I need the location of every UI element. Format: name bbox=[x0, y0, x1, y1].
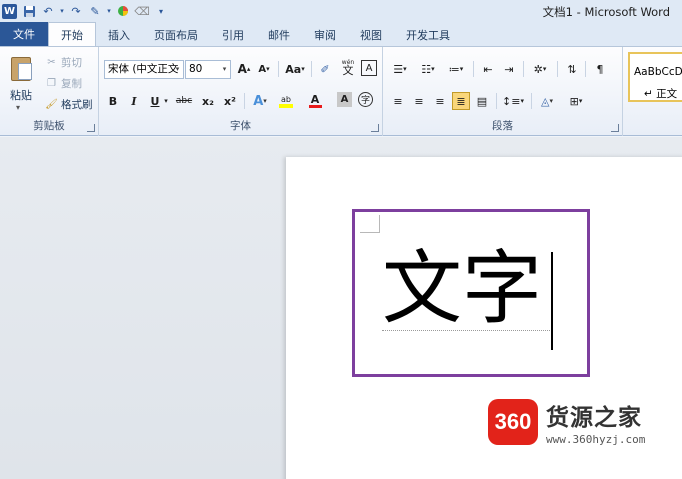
style-name-label: ↵ 正文 bbox=[644, 88, 678, 100]
dropdown-arrow-icon[interactable]: ▾ bbox=[172, 61, 183, 78]
superscript-button[interactable]: x² bbox=[221, 92, 239, 110]
bullets-button[interactable]: ☰ ▾ bbox=[389, 60, 411, 78]
highlight-button[interactable]: ab bbox=[275, 92, 297, 110]
dialog-launcher-icon[interactable] bbox=[611, 124, 619, 132]
clear-formatting-button[interactable]: ✐ bbox=[316, 60, 334, 78]
format-painter-icon[interactable]: ✎ bbox=[87, 3, 103, 19]
sort-button[interactable]: ⇅ bbox=[563, 60, 581, 78]
copy-button[interactable]: ❐ 复制 bbox=[45, 74, 82, 92]
strikethrough-button[interactable]: abc bbox=[173, 92, 195, 110]
italic-button[interactable]: I bbox=[125, 92, 143, 110]
text-effects-button[interactable]: A ▾ bbox=[249, 92, 271, 110]
shading-button[interactable]: ◬ ▾ bbox=[536, 92, 558, 110]
window-title: 文档1 - Microsoft Word bbox=[542, 5, 670, 19]
bold-button[interactable]: B bbox=[104, 92, 122, 110]
align-left-button[interactable]: ≡ bbox=[389, 92, 407, 110]
show-marks-button[interactable]: ¶ bbox=[591, 60, 609, 78]
tab-view[interactable]: 视图 bbox=[348, 24, 394, 46]
subscript-button[interactable]: x₂ bbox=[199, 92, 217, 110]
align-center-button[interactable]: ≡ bbox=[410, 92, 428, 110]
grow-font-button[interactable]: A ▴ bbox=[235, 60, 253, 78]
style-normal[interactable]: AaBbCcDc ↵ 正文 bbox=[628, 52, 682, 102]
distributed-button[interactable]: ▤ bbox=[473, 92, 491, 110]
paste-dropdown-icon[interactable]: ▾ bbox=[16, 103, 20, 112]
customize-icon[interactable]: ▾ bbox=[153, 3, 169, 19]
brush-icon: 🖌 bbox=[45, 98, 58, 110]
dropdown-arrow-icon[interactable]: ▾ bbox=[106, 3, 112, 19]
watermark-name: 货源之家 bbox=[546, 405, 642, 431]
clipboard-group: 粘贴 ▾ ✂ 剪切 ❐ 复制 🖌 格式刷 剪贴板 bbox=[0, 47, 99, 136]
character-shading-button[interactable]: A bbox=[337, 92, 352, 107]
tab-page-layout[interactable]: 页面布局 bbox=[142, 24, 210, 46]
paragraph-group-label: 段落 bbox=[492, 120, 513, 132]
align-right-button[interactable]: ≡ bbox=[431, 92, 449, 110]
format-painter-button[interactable]: 🖌 格式刷 bbox=[45, 95, 92, 113]
undo-icon[interactable]: ↶ bbox=[40, 3, 56, 19]
title-bar: W ↶ ▾ ↷ ✎ ▾ ⌫ ▾ 文档1 - Microsoft Word bbox=[0, 0, 682, 22]
multilevel-list-button[interactable]: ≔ ▾ bbox=[445, 60, 467, 78]
save-icon[interactable] bbox=[21, 3, 37, 19]
dropdown-arrow-icon[interactable]: ▾ bbox=[219, 61, 230, 78]
watermark-url: www.360hyzj.com bbox=[546, 433, 646, 446]
character-border-button[interactable]: A bbox=[361, 60, 377, 76]
dropdown-arrow-icon[interactable]: ▾ bbox=[59, 3, 65, 19]
dialog-launcher-icon[interactable] bbox=[87, 124, 95, 132]
font-group-label: 字体 bbox=[230, 120, 251, 132]
phonetic-guide-button[interactable]: wén 文 bbox=[339, 58, 357, 76]
line-spacing-button[interactable]: ↕≡ ▾ bbox=[501, 92, 525, 110]
highlight-box bbox=[352, 209, 590, 377]
quick-access-toolbar: W ↶ ▾ ↷ ✎ ▾ ⌫ ▾ bbox=[0, 0, 172, 22]
font-size-combo[interactable]: 80 ▾ bbox=[185, 60, 231, 79]
font-name-combo[interactable]: 宋体 (中文正文 ▾ bbox=[104, 60, 184, 79]
color-icon[interactable] bbox=[115, 3, 131, 19]
cut-button[interactable]: ✂ 剪切 bbox=[45, 53, 82, 71]
borders-button[interactable]: ⊞ ▾ bbox=[565, 92, 587, 110]
tab-review[interactable]: 审阅 bbox=[302, 24, 348, 46]
change-case-button[interactable]: Aa ▾ bbox=[283, 60, 307, 78]
ribbon-tabs: 文件 开始 插入 页面布局 引用 邮件 审阅 视图 开发工具 bbox=[0, 22, 682, 46]
clear-icon[interactable]: ⌫ bbox=[134, 3, 150, 19]
tab-file[interactable]: 文件 bbox=[0, 22, 48, 46]
numbering-button[interactable]: ☷ ▾ bbox=[417, 60, 439, 78]
increase-indent-button[interactable]: ⇥ bbox=[500, 60, 518, 78]
tab-developer[interactable]: 开发工具 bbox=[394, 24, 462, 46]
paragraph-group: ☰ ▾ ☷ ▾ ≔ ▾ ⇤ ⇥ ✲ ▾ ⇅ ¶ ≡ ≡ ≡ ≣ ▤ ↕≡ ▾ ◬ ▾ ⊞ ▾ … bbox=[383, 47, 623, 136]
word-icon[interactable]: W bbox=[2, 3, 17, 19]
watermark: 360 货源之家 www.360hyzj.com bbox=[488, 398, 645, 446]
shrink-font-button[interactable]: A ▾ bbox=[255, 60, 273, 78]
enclose-characters-button[interactable]: 字 bbox=[358, 92, 373, 107]
dialog-launcher-icon[interactable] bbox=[371, 124, 379, 132]
asian-layout-button[interactable]: ✲ ▾ bbox=[529, 60, 551, 78]
underline-dropdown-icon[interactable]: ▾ bbox=[162, 92, 170, 110]
watermark-logo: 360 bbox=[488, 399, 538, 445]
font-color-button[interactable]: A bbox=[304, 92, 326, 110]
tab-references[interactable]: 引用 bbox=[210, 24, 256, 46]
tab-insert[interactable]: 插入 bbox=[96, 24, 142, 46]
tab-mailings[interactable]: 邮件 bbox=[256, 24, 302, 46]
copy-icon: ❐ bbox=[47, 77, 56, 89]
font-group: 宋体 (中文正文 ▾ 80 ▾ A ▴ A ▾ Aa ▾ ✐ wén 文 A B I U … bbox=[99, 47, 383, 136]
style-sample-text: AaBbCcDc bbox=[634, 66, 682, 78]
justify-button[interactable]: ≣ bbox=[452, 92, 470, 110]
paste-icon[interactable] bbox=[9, 53, 33, 81]
clipboard-group-label: 剪贴板 bbox=[33, 120, 65, 132]
scissors-icon: ✂ bbox=[47, 56, 56, 68]
ribbon: 粘贴 ▾ ✂ 剪切 ❐ 复制 🖌 格式刷 剪贴板 宋体 (中文正文 ▾ 80 ▾ A… bbox=[0, 46, 682, 136]
tab-home[interactable]: 开始 bbox=[48, 22, 96, 46]
paste-button[interactable]: 粘贴 bbox=[10, 87, 32, 103]
decrease-indent-button[interactable]: ⇤ bbox=[479, 60, 497, 78]
redo-icon[interactable]: ↷ bbox=[68, 3, 84, 19]
